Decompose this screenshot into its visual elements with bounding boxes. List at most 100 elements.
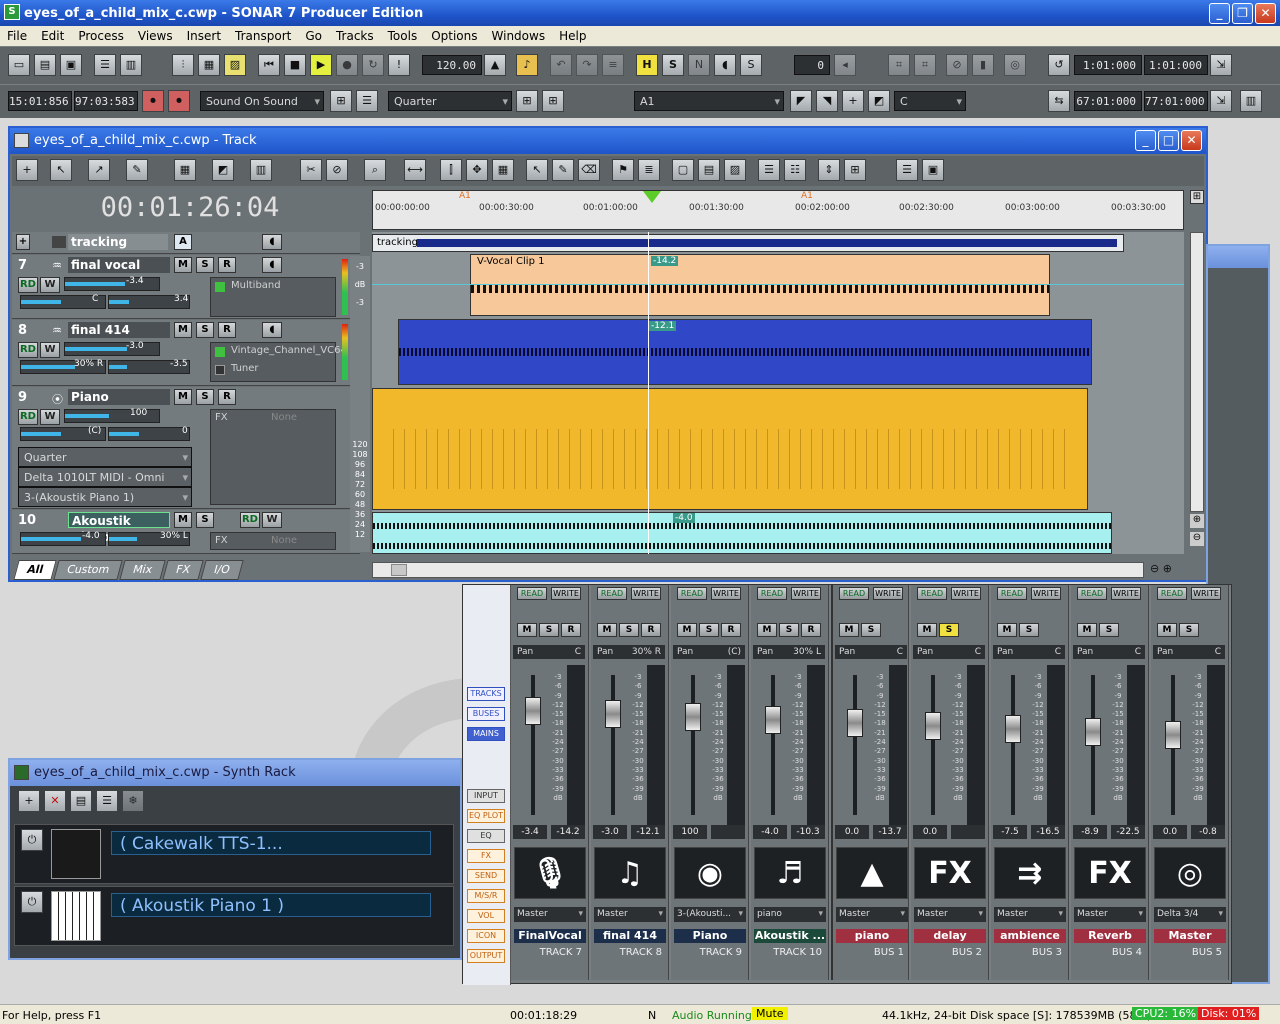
s-toggle-icon[interactable]: S [662, 54, 684, 76]
mute-button[interactable]: M [1157, 623, 1177, 637]
pan-control[interactable]: Pan (C) [673, 645, 745, 659]
now-time-marker[interactable] [643, 191, 661, 203]
browser-icon[interactable]: ▣ [922, 159, 944, 181]
read-button[interactable]: READ [1077, 587, 1107, 600]
snap-value-select[interactable]: Quarter [388, 91, 512, 112]
ruler-options-icon[interactable]: ⊞ [1190, 190, 1204, 204]
fx-bin[interactable]: Vintage_Channel_VC64 Tuner [210, 342, 347, 382]
menu-transport[interactable]: Transport [228, 29, 298, 43]
fx-bypass-icon[interactable]: ⊘ [946, 54, 968, 76]
output-select[interactable]: piano [754, 907, 826, 922]
write-button[interactable]: WRITE [791, 587, 821, 600]
show-all-icon[interactable]: ☰ [758, 159, 780, 181]
channel-strip[interactable]: READ WRITE M S R Pan 30% L -3 -6 -9 -12 -15 -18 -21 -2… [751, 585, 829, 980]
send-toggle[interactable]: SEND [467, 869, 505, 883]
volume-fader-knob[interactable] [525, 697, 541, 725]
channel-strip[interactable]: READ WRITE M S Pan C -3 -6 -9 -12 -15 -18 -21 -24 -27-… [911, 585, 989, 980]
redo-icon[interactable]: ↷ [576, 54, 598, 76]
solo-button[interactable]: S [1019, 623, 1039, 637]
synth-slot-1[interactable]: ⏻ ( Cakewalk TTS-1... [14, 824, 454, 884]
strip-name[interactable]: FinalVocal [514, 929, 586, 943]
write-button[interactable]: WRITE [631, 587, 661, 600]
play-icon[interactable]: ▶ [310, 54, 332, 76]
write-button[interactable]: WRITE [873, 587, 903, 600]
crop-icon[interactable]: ⫿ [440, 159, 462, 181]
midi-input-select[interactable]: Delta 1010LT MIDI - Omni [18, 467, 192, 488]
new-file-icon[interactable]: ▭ [8, 54, 30, 76]
fx-enable-icon[interactable] [215, 347, 225, 357]
loop-end-display[interactable]: 1:01:000 [1144, 55, 1208, 75]
channel-strip[interactable]: READ WRITE M S R Pan C -3 -6 -9 -12 -15 -18 -21 -24 -27… [511, 585, 589, 980]
punch-icon[interactable]: ⏺ [168, 90, 190, 112]
volume-fader-knob[interactable] [765, 706, 781, 734]
read-automation-button[interactable]: RD [18, 342, 38, 358]
marker-prev-2-icon[interactable]: ◤ [790, 90, 812, 112]
volume-fader-track[interactable] [611, 675, 615, 815]
track-name[interactable]: Akoustik Piano 1 [68, 512, 170, 544]
channel-strip[interactable]: READ WRITE M S R Pan 30% R -3 -6 -9 -12 -15 -18 -21 -2… [591, 585, 669, 980]
tempo-display[interactable]: 120.00 [422, 55, 482, 75]
mute-button[interactable]: M [174, 512, 192, 528]
solo-button[interactable]: S [196, 322, 214, 338]
record-mode-select[interactable]: Sound On Sound [200, 91, 324, 112]
eq-plot-toggle[interactable]: EQ PLOT [467, 809, 505, 823]
h-toggle-icon[interactable]: H [636, 54, 658, 76]
read-button[interactable]: READ [757, 587, 787, 600]
piano-midi-clip[interactable] [372, 388, 1088, 510]
punch-toggle-icon[interactable]: ⇆ [1048, 90, 1070, 112]
n-toggle-icon[interactable]: N [688, 54, 710, 76]
fx-enable-icon[interactable] [215, 282, 225, 292]
volume-fader-track[interactable] [931, 675, 935, 815]
record-button[interactable]: R [641, 623, 661, 637]
tab-io[interactable]: I/O [200, 560, 244, 580]
volume-fader-knob[interactable] [1005, 715, 1021, 743]
tap-tempo-icon[interactable]: ♪ [516, 54, 538, 76]
loop-explorer-icon[interactable]: ▨ [224, 54, 246, 76]
record-arm-button[interactable]: R [218, 257, 236, 273]
snap-grid-icon[interactable]: ⊞ [516, 90, 538, 112]
synth-list-icon[interactable]: ☰ [96, 790, 118, 812]
menu-file[interactable]: File [0, 29, 34, 43]
loop-toggle-icon[interactable]: ↺ [1048, 54, 1070, 76]
snap-options-icon[interactable]: ☰ [356, 90, 378, 112]
guitar-icon[interactable]: ♫ [594, 847, 666, 899]
write-button[interactable]: WRITE [551, 587, 581, 600]
strip-name[interactable]: piano [836, 929, 908, 943]
select-arrow-icon[interactable]: ↖ [526, 159, 548, 181]
time-ruler[interactable]: 00:00:00:00 00:00:30:00 00:01:00:00 00:0… [372, 190, 1184, 230]
select-tool-icon[interactable]: ↗ [88, 159, 110, 181]
strip-name[interactable]: ambience [994, 929, 1066, 943]
akoustik-audio-clip[interactable]: -4.0 [372, 512, 1112, 554]
mic-icon[interactable]: 🎙 [514, 847, 586, 899]
volume-envelope[interactable] [372, 284, 1184, 285]
list-icon[interactable]: ☷ [784, 159, 806, 181]
strip-name[interactable]: final 414 [594, 929, 666, 943]
fx-name[interactable]: Multiband [231, 280, 281, 291]
save-icon[interactable]: ▣ [60, 54, 82, 76]
fx-icon[interactable]: FX [1074, 847, 1146, 899]
midi-output-select[interactable]: 3-(Akoustik Piano 1) [18, 487, 192, 508]
synth-name[interactable]: ( Cakewalk TTS-1... [111, 831, 431, 855]
tab-custom[interactable]: Custom [53, 560, 123, 580]
track-10[interactable]: 10 Akoustik Piano 1 M S RD W -4.0 30% L … [12, 510, 360, 554]
history-icon[interactable]: ≡ [602, 54, 624, 76]
solo-button[interactable]: S [539, 623, 559, 637]
zoom-tool-icon[interactable]: ⌕ [364, 159, 386, 181]
sync-icon[interactable]: S [740, 54, 762, 76]
read-automation-button[interactable]: RD [240, 512, 260, 528]
flag-icon[interactable]: ⚑ [612, 159, 634, 181]
marker-select[interactable]: A1 [634, 91, 784, 112]
channel-strip[interactable]: READ WRITE M S Pan C -3 -6 -9 -12 -15 -18 -21 -24 -27-… [831, 585, 909, 980]
record-mode-icon[interactable]: ⏺ [142, 90, 164, 112]
pan-control[interactable]: Pan C [993, 645, 1065, 659]
marker-edit-icon[interactable]: ◩ [868, 90, 890, 112]
menu-windows[interactable]: Windows [485, 29, 553, 43]
mute-button[interactable]: M [174, 389, 192, 405]
midi-icon[interactable]: ◉ [674, 847, 746, 899]
track-view-icon[interactable]: ☰ [94, 54, 116, 76]
lanes-icon[interactable]: ▥ [250, 159, 272, 181]
snap-track-icon[interactable]: ⟷ [404, 159, 426, 181]
mute-button[interactable]: M [757, 623, 777, 637]
fx-name[interactable]: Vintage_Channel_VC64 [231, 345, 347, 356]
menu-help[interactable]: Help [552, 29, 593, 43]
